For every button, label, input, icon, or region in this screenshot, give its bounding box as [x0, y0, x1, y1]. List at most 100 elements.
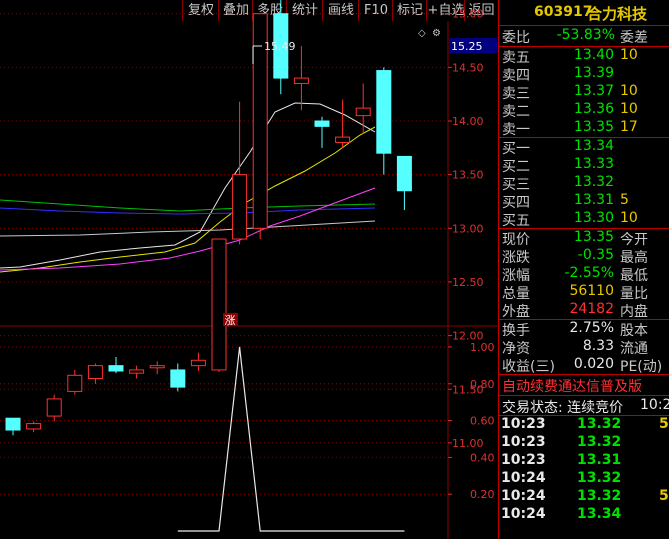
tick-volume: 5	[659, 416, 669, 432]
promo-banner-text: 自动续费通达信普及版	[502, 379, 642, 395]
price-tick-label: 14.00	[452, 115, 484, 128]
stat-row-4-label: 外盘	[502, 304, 530, 320]
candle	[87, 363, 103, 384]
candle	[376, 67, 392, 175]
stat-row-3-extra: 量比	[620, 286, 648, 302]
weicha-label: 委差	[620, 30, 648, 46]
fund-row-1-extra: 流通	[620, 341, 648, 357]
indicator-tick-label: 1.00	[470, 341, 495, 354]
tick-time: 10:23	[501, 416, 546, 432]
candle	[314, 116, 330, 148]
candle	[26, 421, 42, 433]
fund-row-0-extra: 股本	[620, 323, 648, 339]
ask-row-2-extra: 10	[620, 101, 638, 117]
candle	[396, 155, 412, 211]
bid-row-5-label: 买五	[502, 213, 530, 229]
ask-row-2-label: 卖二	[502, 104, 530, 120]
stat-row-3: 总量 56110 量比	[499, 283, 669, 302]
tick-price: 13.32	[577, 488, 622, 504]
ask-row-3: 卖三 13.37 10	[499, 83, 669, 102]
candle	[46, 394, 62, 422]
price-tick-label: 14.50	[452, 61, 484, 74]
stat-row-0-value: 13.35	[573, 229, 614, 245]
chart-grid	[0, 13, 498, 539]
fundamental-stats: 换手 2.75% 股本 净资 8.33 流通 收益(三) 0.020 PE(动)	[499, 320, 669, 375]
tick-list: 10:23 13.32 5 10:23 13.32 10:23 13.31 10:24 13.3…	[499, 416, 669, 524]
bid-row-3: 买三 13.32	[499, 174, 669, 193]
high-price-label: 15.49	[264, 40, 296, 53]
fund-row-2: 收益(三) 0.020 PE(动)	[499, 356, 669, 375]
bid-row-4-value: 13.31	[573, 192, 614, 208]
candle	[232, 101, 248, 245]
trade-status-row: 交易状态: 连续竞价 10:2	[499, 396, 669, 416]
price-tick-label: 13.50	[452, 169, 484, 182]
stat-row-2-label: 涨幅	[502, 268, 530, 284]
candle	[335, 99, 351, 148]
candle	[190, 352, 206, 372]
ask-row-5-extra: 10	[620, 47, 638, 63]
ask-row-3-extra: 10	[620, 83, 638, 99]
tick-time: 10:24	[501, 506, 546, 522]
ask-row-5-value: 13.40	[573, 47, 614, 63]
ask-row-1-value: 13.35	[573, 119, 614, 135]
price-tick-label: 12.50	[452, 276, 484, 289]
price-stats: 现价 13.35 今开 涨跌 -0.35 最高 涨幅 -2.55% 最低 总量 56110 量比 外盘 2…	[499, 229, 669, 320]
zhang-label: 涨	[225, 314, 236, 327]
fund-row-1-value: 8.33	[582, 338, 614, 354]
bid-row-4-label: 买四	[502, 195, 530, 211]
diamond-icon[interactable]: ◇	[418, 28, 426, 39]
stat-row-1-label: 涨跌	[502, 250, 530, 266]
bid-row-3-value: 13.32	[573, 174, 614, 190]
stat-row-3-label: 总量	[502, 286, 530, 302]
stat-row-1: 涨跌 -0.35 最高	[499, 247, 669, 266]
promo-banner[interactable]: 自动续费通达信普及版	[499, 375, 669, 395]
indicator-tick-label: 0.20	[470, 488, 495, 501]
kline-chart[interactable]: 15.0014.5014.0013.5013.0012.5012.0011.50…	[0, 0, 498, 539]
fund-row-1-label: 净资	[502, 341, 530, 357]
fund-row-0-value: 2.75%	[569, 320, 614, 336]
candle	[211, 238, 227, 373]
tick-row: 10:23 13.32	[499, 434, 669, 452]
fund-row-0: 换手 2.75% 股本	[499, 320, 669, 339]
bid-book: 买一 13.34 买二 13.33 买三 13.32 买四 13.31 5 买五 13.30 10	[499, 138, 669, 229]
bid-row-5-value: 13.30	[573, 210, 614, 226]
gear-icon[interactable]: ⚙	[432, 28, 441, 39]
tick-row: 10:24 13.32	[499, 470, 669, 488]
stat-row-3-value: 56110	[569, 283, 614, 299]
candle	[149, 361, 165, 375]
bid-row-1: 买一 13.34	[499, 138, 669, 157]
indicator-line	[177, 346, 405, 532]
quote-header: 603917 合力科技	[499, 0, 669, 26]
bid-row-1-label: 买一	[502, 141, 530, 157]
ask-row-5: 卖五 13.40 10	[499, 47, 669, 66]
indicator-tick-label: 0.40	[470, 451, 495, 464]
tick-time: 10:24	[501, 488, 546, 504]
trade-status: 交易状态: 连续竞价	[502, 400, 624, 416]
ask-row-4-value: 13.39	[573, 65, 614, 81]
tick-time: 10:23	[501, 434, 546, 450]
bid-row-2-value: 13.33	[573, 156, 614, 172]
stat-row-4: 外盘 24182 内盘	[499, 301, 669, 320]
bid-row-4-extra: 5	[620, 192, 629, 208]
weibi-label: 委比	[502, 30, 530, 46]
tick-price: 13.32	[577, 416, 622, 432]
fund-row-2-extra: PE(动)	[620, 359, 663, 375]
quote-panel: 603917 合力科技 委比 -53.83% 委差 卖五 13.40 10 卖四 13.…	[498, 0, 669, 539]
tick-price: 13.31	[577, 452, 622, 468]
stat-row-1-value: -0.35	[577, 247, 614, 263]
ask-row-1-label: 卖一	[502, 122, 530, 138]
candle	[170, 363, 186, 392]
tick-volume: 5	[659, 488, 669, 504]
indicator-panel	[177, 346, 405, 532]
ask-row-5-label: 卖五	[502, 50, 530, 66]
stat-row-2-value: -2.55%	[564, 265, 614, 281]
stat-row-2-extra: 最低	[620, 268, 648, 284]
stock-code: 603917	[534, 4, 593, 20]
moving-average-lines	[0, 102, 376, 273]
bid-row-2-label: 买二	[502, 159, 530, 175]
stat-row-0-label: 现价	[502, 232, 530, 248]
indicator-tick-label: 0.60	[470, 415, 495, 428]
price-tick-label: 11.00	[452, 437, 484, 450]
ask-row-3-label: 卖三	[502, 86, 530, 102]
tick-row: 10:23 13.32 5	[499, 416, 669, 434]
